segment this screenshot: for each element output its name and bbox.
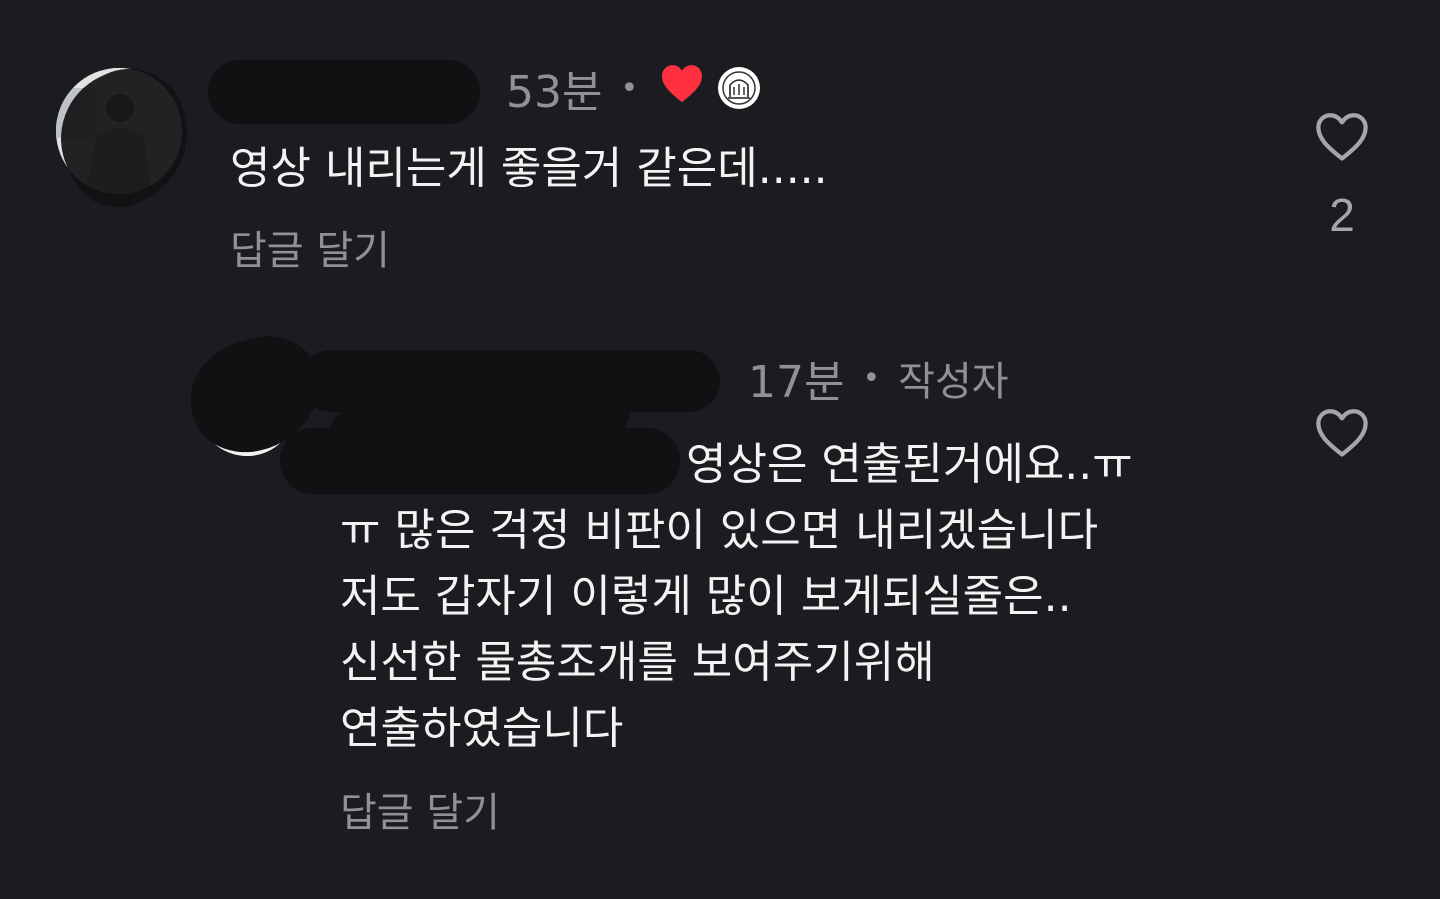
username-redaction (208, 60, 480, 124)
heart-filled-icon (660, 63, 704, 114)
heart-outline-icon (1313, 110, 1371, 166)
meta-separator: • (862, 360, 881, 396)
like-count: 2 (1329, 189, 1355, 241)
comment-text: 영상은 연출된거에요..ㅠ ㅠ 많은 걱정 비판이 있으면 내리겠습니다 저도 … (340, 432, 1220, 762)
comment-line: 영상은 연출된거에요..ㅠ (340, 432, 1220, 498)
comment-line: 영상 내리는게 좋을거 같은데..... (230, 143, 828, 194)
meta-separator: • (620, 70, 639, 106)
comment-line: 신선한 물총조개를 보여주기위해 (340, 637, 935, 688)
avatar-redaction (38, 50, 212, 224)
like-button[interactable]: 2 (1302, 110, 1382, 242)
comment-line: 저도 갑자기 이렇게 많이 보게되실줄은.. (340, 571, 1072, 622)
heart-outline-icon (1313, 406, 1371, 462)
comment-meta: 53분 • (506, 58, 761, 118)
reply-button[interactable]: 답글 달기 (340, 780, 500, 838)
comment-time: 17분 (748, 357, 845, 408)
creator-avatar-icon (718, 67, 761, 109)
author-tag: 작성자 (898, 359, 1009, 405)
comment-text: 영상 내리는게 좋을거 같은데..... (230, 136, 828, 202)
like-button[interactable] (1302, 406, 1382, 462)
reply-button[interactable]: 답글 달기 (230, 218, 390, 276)
comment-line: ㅠ 많은 걱정 비판이 있으면 내리겠습니다 (340, 505, 1099, 556)
comment-time: 53분 (506, 67, 603, 118)
comment-line: 연출하였습니다 (340, 703, 624, 754)
comment-line-text: 영상은 연출된거에요..ㅠ (686, 439, 1133, 490)
comment-meta: 17분 • 작성자 (748, 348, 1009, 408)
